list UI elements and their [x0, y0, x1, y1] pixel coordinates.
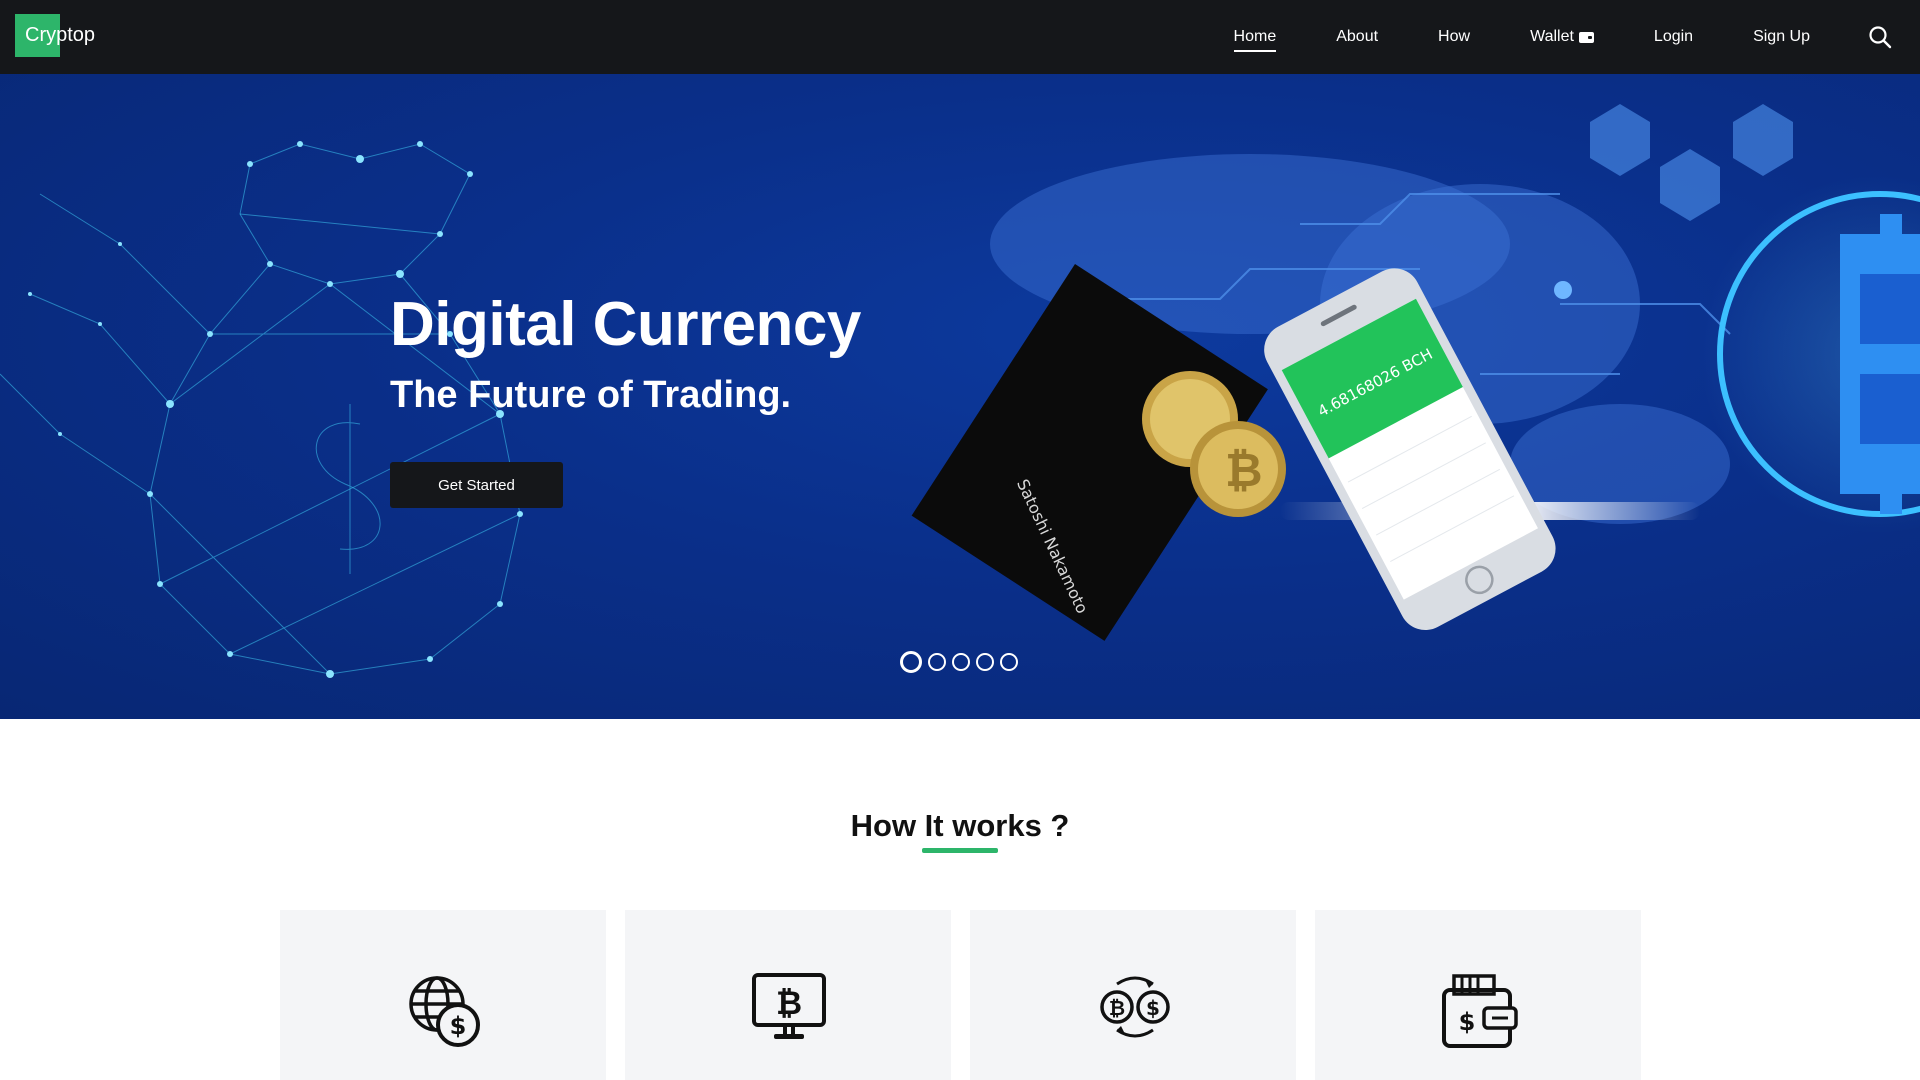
get-started-button[interactable]: Get Started	[390, 462, 563, 508]
bitcoin-symbol-large	[1840, 214, 1920, 514]
hero-subtitle: The Future of Trading.	[390, 374, 792, 416]
nav-item-wallet-label: Wallet	[1530, 28, 1574, 45]
hero-background-art: Bi Satoshi Nakamoto ₿ 4.68168026 BCH	[0, 104, 1920, 678]
carousel-dot-4[interactable]	[976, 653, 994, 671]
nav-item-signup[interactable]: Sign Up	[1753, 28, 1810, 46]
brand-name: Cryptop	[25, 24, 96, 46]
how-it-works-title: How It works ?	[850, 808, 1070, 843]
circuit-node	[1554, 281, 1572, 299]
svg-text:$: $	[450, 1012, 467, 1040]
brand-logo[interactable]: Cryptop	[15, 14, 95, 57]
nav-item-about[interactable]: About	[1336, 28, 1378, 46]
wallet-icon	[1578, 31, 1594, 43]
monitor-bitcoin-icon: ₿	[752, 973, 826, 1039]
how-card-1[interactable]: $	[280, 910, 606, 1080]
nav-item-wallet[interactable]: Wallet	[1530, 28, 1594, 46]
how-card-2[interactable]: ₿	[625, 910, 951, 1080]
how-card-3[interactable]: ₿ $	[970, 910, 1296, 1080]
carousel-dot-1[interactable]	[900, 651, 922, 673]
exchange-bitcoin-dollar-icon: ₿ $	[1100, 976, 1170, 1038]
svg-text:$: $	[1146, 996, 1160, 1020]
svg-text:$: $	[1459, 1008, 1476, 1036]
hero-title: Digital Currency	[390, 290, 861, 359]
carousel-dot-5[interactable]	[1000, 653, 1018, 671]
carousel-dot-2[interactable]	[928, 653, 946, 671]
hexagon-tiles	[1590, 104, 1793, 221]
hero-carousel: Bi Satoshi Nakamoto ₿ 4.68168026 BCH Dig…	[0, 74, 1920, 719]
carousel-dot-3[interactable]	[952, 653, 970, 671]
top-navbar: Cryptop Home About How Wallet Login Sign…	[0, 0, 1920, 74]
search-icon[interactable]	[1868, 25, 1892, 49]
carousel-indicators	[900, 651, 1018, 673]
title-underline	[922, 848, 998, 853]
nav-item-login[interactable]: Login	[1654, 28, 1693, 46]
svg-text:₿: ₿	[776, 984, 802, 1022]
how-card-4[interactable]: $	[1315, 910, 1641, 1080]
globe-dollar-icon: $	[409, 976, 480, 1047]
nav-item-how[interactable]: How	[1438, 28, 1470, 46]
svg-text:₿: ₿	[1109, 996, 1125, 1020]
svg-text:₿: ₿	[1225, 443, 1263, 497]
nav-menu: Home About How Wallet Login Sign Up	[1233, 0, 1920, 74]
wallet-dollar-icon: $	[1442, 974, 1518, 1048]
nav-item-home[interactable]: Home	[1233, 28, 1276, 52]
